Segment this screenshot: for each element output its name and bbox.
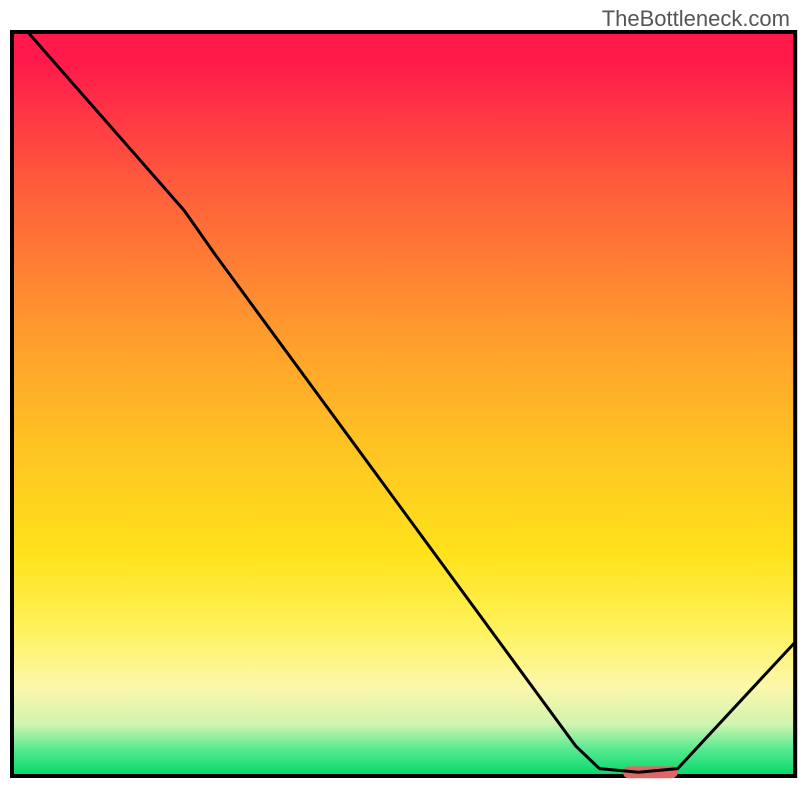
chart-svg [0,0,800,800]
gradient-background [12,32,795,776]
bottleneck-chart: TheBottleneck.com [0,0,800,800]
